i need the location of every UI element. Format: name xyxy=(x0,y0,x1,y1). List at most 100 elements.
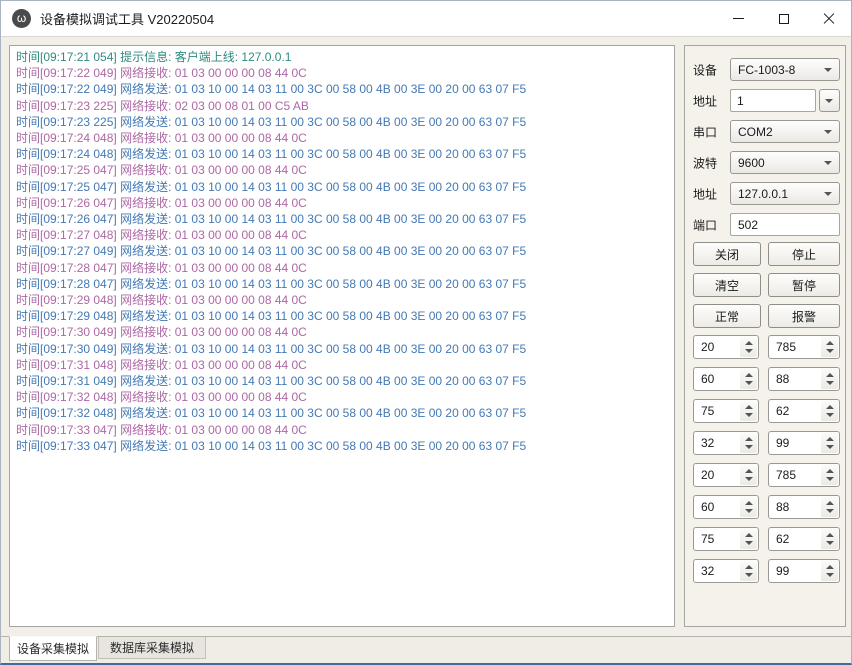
ip-address-dropdown[interactable]: 127.0.0.1 xyxy=(730,182,840,205)
spinner-input[interactable]: 62 xyxy=(768,527,840,551)
spinner-down-button[interactable] xyxy=(745,413,753,417)
spinner-buttons xyxy=(740,465,757,485)
spinner-down-button[interactable] xyxy=(745,349,753,353)
spinner-input[interactable]: 62 xyxy=(768,399,840,423)
tab-device-sim[interactable]: 设备采集模拟 xyxy=(9,636,97,661)
spinner-up-button[interactable] xyxy=(826,405,834,409)
port-input[interactable]: 502 xyxy=(730,213,840,236)
spinner-up-button[interactable] xyxy=(745,469,753,473)
log-line: 时间[09:17:31 049] 网络发送: 01 03 10 00 14 03… xyxy=(16,373,668,389)
spinner-value: 60 xyxy=(701,500,714,514)
spinner-down-button[interactable] xyxy=(745,541,753,545)
spinner-down-button[interactable] xyxy=(826,509,834,513)
spinner-input[interactable]: 60 xyxy=(693,495,759,519)
spinner-down-button[interactable] xyxy=(745,445,753,449)
spinner-buttons xyxy=(740,369,757,389)
spinner-buttons xyxy=(821,465,838,485)
baud-rate-label: 波特 xyxy=(693,154,717,171)
spinner-up-button[interactable] xyxy=(745,341,753,345)
spinner-down-button[interactable] xyxy=(826,349,834,353)
spinner-buttons xyxy=(821,401,838,421)
spinner-input[interactable]: 20 xyxy=(693,335,759,359)
maximize-button[interactable] xyxy=(761,1,806,36)
spinner-down-button[interactable] xyxy=(826,413,834,417)
device-dropdown[interactable]: FC-1003-8 xyxy=(730,58,840,81)
spinner-up-button[interactable] xyxy=(745,405,753,409)
spinner-input[interactable]: 99 xyxy=(768,559,840,583)
spinner-up-button[interactable] xyxy=(745,565,753,569)
close-icon xyxy=(823,13,835,25)
log-line: 时间[09:17:29 048] 网络发送: 01 03 10 00 14 03… xyxy=(16,308,668,324)
device-address-input[interactable]: 1 xyxy=(730,89,816,112)
baud-rate-dropdown[interactable]: 9600 xyxy=(730,151,840,174)
spinner-down-button[interactable] xyxy=(826,477,834,481)
spinner-down-button[interactable] xyxy=(745,381,753,385)
pause-button[interactable]: 暂停 xyxy=(768,273,840,297)
serial-port-label: 串口 xyxy=(693,123,717,140)
spinner-buttons xyxy=(821,433,838,453)
field-row-baud-rate: 波特 9600 xyxy=(685,151,845,174)
close-button[interactable] xyxy=(806,1,851,36)
clear-button[interactable]: 清空 xyxy=(693,273,761,297)
spinner-value: 88 xyxy=(776,372,789,386)
log-line: 时间[09:17:22 049] 网络发送: 01 03 10 00 14 03… xyxy=(16,81,668,97)
normal-button[interactable]: 正常 xyxy=(693,304,761,328)
spinner-down-button[interactable] xyxy=(826,381,834,385)
device-value: FC-1003-8 xyxy=(738,63,795,77)
spinner-buttons xyxy=(740,401,757,421)
spinner-value: 88 xyxy=(776,500,789,514)
log-area[interactable]: 时间[09:17:21 054] 提示信息: 客户端上线: 127.0.0.1时… xyxy=(9,45,675,627)
spinner-up-button[interactable] xyxy=(826,501,834,505)
spinner-down-button[interactable] xyxy=(826,573,834,577)
log-line: 时间[09:17:32 048] 网络发送: 01 03 10 00 14 03… xyxy=(16,405,668,421)
spinner-buttons xyxy=(740,433,757,453)
spinner-up-button[interactable] xyxy=(745,373,753,377)
maximize-icon xyxy=(779,14,789,24)
spinner-up-button[interactable] xyxy=(826,373,834,377)
spinner-up-button[interactable] xyxy=(826,341,834,345)
spinner-value: 20 xyxy=(701,340,714,354)
spinner-up-button[interactable] xyxy=(745,501,753,505)
spinner-up-button[interactable] xyxy=(745,437,753,441)
spinner-up-button[interactable] xyxy=(826,469,834,473)
spinner-down-button[interactable] xyxy=(745,573,753,577)
chevron-down-icon xyxy=(824,68,832,72)
tab-database-sim[interactable]: 数据库采集模拟 xyxy=(98,637,206,659)
field-row-serial-port: 串口 COM2 xyxy=(685,120,845,143)
spinner-value: 99 xyxy=(776,436,789,450)
spinner-down-button[interactable] xyxy=(745,509,753,513)
spinner-input[interactable]: 785 xyxy=(768,335,840,359)
spinner-up-button[interactable] xyxy=(826,565,834,569)
spinner-input[interactable]: 32 xyxy=(693,559,759,583)
spinner-input[interactable]: 75 xyxy=(693,399,759,423)
spinner-down-button[interactable] xyxy=(826,541,834,545)
window-controls xyxy=(716,1,851,36)
device-address-dropdown-button[interactable] xyxy=(819,89,840,112)
spinner-up-button[interactable] xyxy=(745,533,753,537)
minimize-button[interactable] xyxy=(716,1,761,36)
spinner-input[interactable]: 785 xyxy=(768,463,840,487)
log-line: 时间[09:17:33 047] 网络接收: 01 03 00 00 00 08… xyxy=(16,422,668,438)
log-line: 时间[09:17:30 049] 网络发送: 01 03 10 00 14 03… xyxy=(16,341,668,357)
spinner-up-button[interactable] xyxy=(826,533,834,537)
device-address-combo: 1 xyxy=(730,89,840,112)
spinner-input[interactable]: 32 xyxy=(693,431,759,455)
close-button[interactable]: 关闭 xyxy=(693,242,761,266)
spinner-input[interactable]: 20 xyxy=(693,463,759,487)
spinner-input[interactable]: 88 xyxy=(768,367,840,391)
spinner-input[interactable]: 75 xyxy=(693,527,759,551)
spinner-input[interactable]: 88 xyxy=(768,495,840,519)
spinner-input[interactable]: 60 xyxy=(693,367,759,391)
spinner-buttons xyxy=(740,337,757,357)
log-line: 时间[09:17:26 047] 网络接收: 01 03 00 00 00 08… xyxy=(16,195,668,211)
alarm-button[interactable]: 报警 xyxy=(768,304,840,328)
serial-port-dropdown[interactable]: COM2 xyxy=(730,120,840,143)
spinner-down-button[interactable] xyxy=(745,477,753,481)
log-line: 时间[09:17:28 047] 网络接收: 01 03 00 00 00 08… xyxy=(16,260,668,276)
spinner-down-button[interactable] xyxy=(826,445,834,449)
spinner-up-button[interactable] xyxy=(826,437,834,441)
log-line: 时间[09:17:27 049] 网络发送: 01 03 10 00 14 03… xyxy=(16,243,668,259)
spinner-value: 75 xyxy=(701,404,714,418)
stop-button[interactable]: 停止 xyxy=(768,242,840,266)
spinner-input[interactable]: 99 xyxy=(768,431,840,455)
